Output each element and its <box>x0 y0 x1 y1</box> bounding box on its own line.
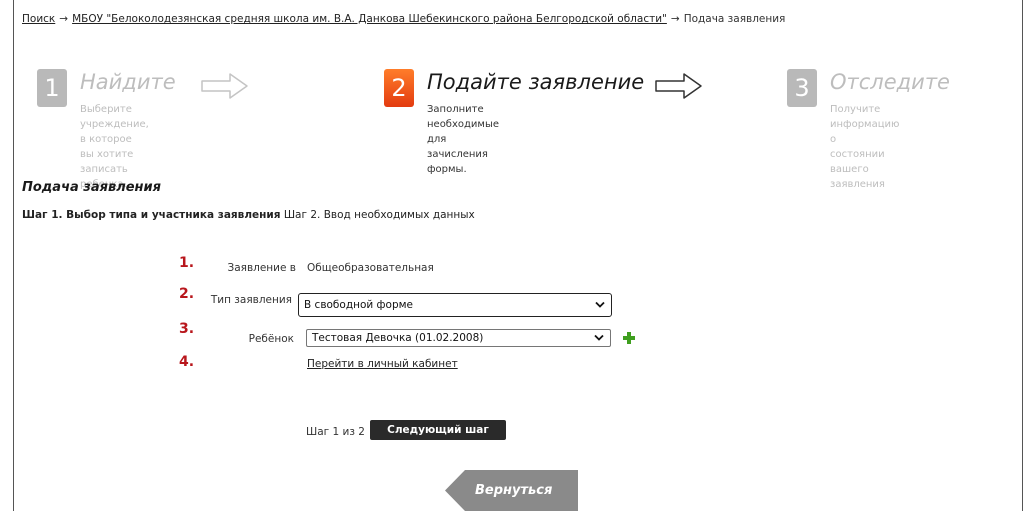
substep-current: Шаг 1. Выбор типа и участника заявления <box>22 209 281 221</box>
application-type-value: В свободной форме <box>304 299 413 311</box>
row-number: 2. <box>179 286 195 302</box>
next-step-button[interactable]: Следующий шаг <box>370 420 506 440</box>
step-counter: Шаг 1 из 2 <box>306 426 365 438</box>
row-number: 3. <box>179 321 195 337</box>
back-button-label: Вернуться <box>475 483 553 498</box>
child-label: Ребёнок <box>248 333 294 345</box>
plus-icon[interactable] <box>622 331 636 345</box>
step-title: Отследите <box>830 70 950 94</box>
breadcrumb-school-link[interactable]: МБОУ "Белоколодезянская средняя школа им… <box>72 13 667 25</box>
step-description: Заполните необходимые для зачисления фор… <box>427 104 500 175</box>
step-description: Выберите учреждение, в которое вы хотите… <box>80 104 149 190</box>
row-number: 1. <box>179 255 195 271</box>
step-number: 3 <box>787 69 817 107</box>
row-number: 4. <box>179 354 195 370</box>
breadcrumb-current: Подача заявления <box>683 13 786 25</box>
outline-arrow-right-icon <box>655 73 702 99</box>
chevron-down-icon <box>595 301 605 308</box>
substeps: Шаг 1. Выбор типа и участника заявления … <box>22 209 475 221</box>
outline-arrow-right-icon <box>201 73 248 99</box>
step-title: Подайте заявление <box>427 70 645 94</box>
child-select[interactable]: Тестовая Девочка (01.02.2008) <box>306 329 611 347</box>
application-type-select[interactable]: В свободной форме <box>298 293 612 317</box>
child-value: Тестовая Девочка (01.02.2008) <box>312 332 484 344</box>
substep-next: Шаг 2. Ввод необходимых данных <box>283 209 475 221</box>
application-to-label: Заявление в <box>227 262 296 274</box>
back-button[interactable]: Вернуться <box>445 470 578 511</box>
section-title: Подача заявления <box>22 180 161 195</box>
breadcrumb-separator: → <box>670 13 680 25</box>
step-title: Найдите <box>80 70 176 94</box>
step-number: 2 <box>384 69 414 107</box>
step-description: Получите информацию о состоянии вашего з… <box>830 104 900 190</box>
step-number: 1 <box>37 69 67 107</box>
breadcrumb: Поиск → МБОУ "Белоколодезянская средняя шк… <box>22 13 785 25</box>
application-to-value: Общеобразовательная <box>307 262 434 274</box>
chevron-down-icon <box>594 334 604 341</box>
breadcrumb-search-link[interactable]: Поиск <box>22 13 55 25</box>
breadcrumb-separator: → <box>59 13 69 25</box>
personal-account-link[interactable]: Перейти в личный кабинет <box>307 358 458 370</box>
application-type-label: Тип заявления <box>210 294 292 306</box>
